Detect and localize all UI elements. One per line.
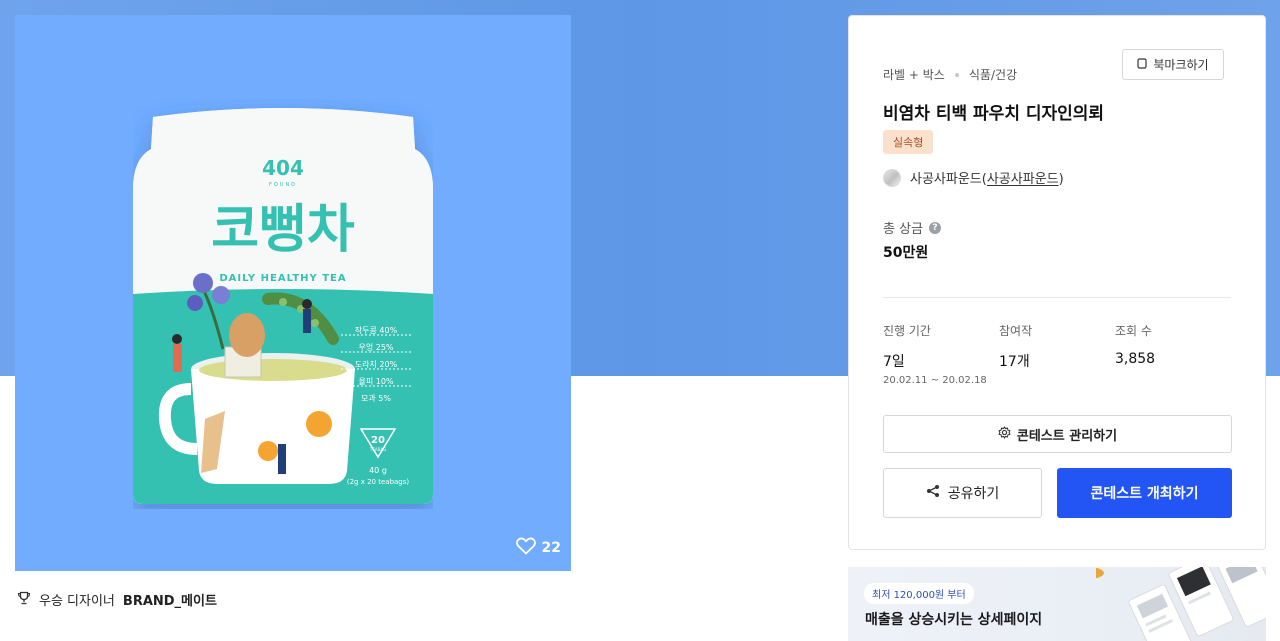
like-count: 22 — [541, 540, 561, 556]
weight-text: 40 g — [369, 466, 387, 475]
ingredient-5: 모과 5% — [361, 394, 391, 403]
ingredient-2: 우엉 25% — [358, 342, 393, 352]
views-label: 조회 수 — [1115, 324, 1152, 338]
client-avatar — [883, 168, 901, 187]
separator-dot — [954, 72, 959, 77]
brand-sub-text: FOUND — [269, 182, 297, 188]
share-label: 공유하기 — [947, 486, 1000, 502]
trophy-icon — [17, 591, 31, 609]
category-breadcrumb: 라벨 + 박스 식품/건강 — [883, 66, 1017, 83]
client-profile-link[interactable]: 사공사파운드 — [987, 172, 1059, 187]
promo-banner[interactable]: 최저 120,000원 부터 매출을 상승시키는 상세페이지 — [848, 567, 1266, 641]
total-prize-text: 총 상금 — [883, 222, 924, 237]
ingredient-1: 작두콩 40% — [355, 325, 398, 335]
bookmark-icon — [1137, 57, 1147, 72]
help-icon[interactable]: ? — [929, 221, 942, 234]
views-value: 3,858 — [1115, 351, 1156, 367]
share-button[interactable]: 공유하기 — [883, 468, 1042, 518]
category-sub[interactable]: 식품/건강 — [969, 66, 1017, 83]
promo-artwork — [1096, 567, 1266, 641]
period-range: 20.02.11 ~ 20.02.18 — [883, 375, 987, 386]
host-contest-button[interactable]: 콘테스트 개최하기 — [1057, 468, 1232, 518]
promo-headline: 매출을 상승시키는 상세페이지 — [865, 612, 1043, 628]
heart-outline-icon — [515, 537, 536, 559]
brand-logo-text: 404 — [262, 156, 304, 180]
client-name: 사공사파운드 — [910, 172, 982, 187]
bookmark-button[interactable]: 북마크하기 — [1122, 49, 1224, 80]
gear-icon — [998, 425, 1011, 443]
like-counter[interactable]: 22 — [515, 537, 561, 559]
participants-label: 참여작 — [999, 324, 1033, 338]
ingredient-3: 도라지 20% — [355, 360, 398, 369]
period-label: 진행 기간 — [883, 324, 931, 338]
contest-title: 비염차 티백 파우치 디자인의뢰 — [883, 104, 1105, 124]
client-info: 사공사파운드(사공사파운드) — [883, 168, 1064, 187]
teabag-label: TEABAG — [369, 447, 386, 452]
contest-hero-image[interactable]: 404 FOUND 코뻥차 DAILY HEALTHY TEA 작두콩 40% … — [15, 15, 571, 571]
card-divider — [883, 297, 1231, 298]
total-prize-value: 50만원 — [883, 245, 929, 261]
contest-info-card: 라벨 + 박스 식품/건강 북마크하기 비염차 티백 파우치 디자인의뢰 실속형… — [848, 15, 1266, 550]
contest-type-badge: 실속형 — [883, 130, 934, 154]
period-value: 7일 — [883, 354, 905, 370]
product-tagline-text: DAILY HEALTHY TEA — [219, 273, 346, 284]
winner-label: 우승 디자이너 — [39, 594, 115, 609]
manage-contest-label: 콘테스트 관리하기 — [1016, 428, 1118, 444]
manage-contest-button[interactable]: 콘테스트 관리하기 — [883, 415, 1232, 453]
category-main[interactable]: 라벨 + 박스 — [883, 66, 945, 83]
bookmark-label: 북마크하기 — [1153, 58, 1209, 72]
weight-detail-text: (2g x 20 teabags) — [347, 478, 410, 486]
teabag-count: 20 — [371, 435, 385, 446]
product-name-text: 코뻥차 — [211, 200, 355, 260]
participants-value: 17개 — [999, 354, 1030, 370]
ingredient-4: 율피 10% — [358, 377, 393, 386]
tea-pouch-mockup: 404 FOUND 코뻥차 DAILY HEALTHY TEA 작두콩 40% … — [133, 99, 433, 509]
period-stat: 진행 기간 7일 20.02.11 ~ 20.02.18 — [883, 322, 987, 386]
winner-name[interactable]: BRAND_메이트 — [123, 590, 217, 609]
promo-price-pill: 최저 120,000원 부터 — [864, 583, 974, 604]
participants-stat: 참여작 17개 — [999, 322, 1032, 371]
winning-designer: 우승 디자이너 BRAND_메이트 — [17, 590, 217, 609]
total-prize-label: 총 상금 ? — [883, 218, 942, 237]
share-icon — [926, 484, 940, 502]
views-stat: 조회 수 3,858 — [1115, 322, 1155, 367]
